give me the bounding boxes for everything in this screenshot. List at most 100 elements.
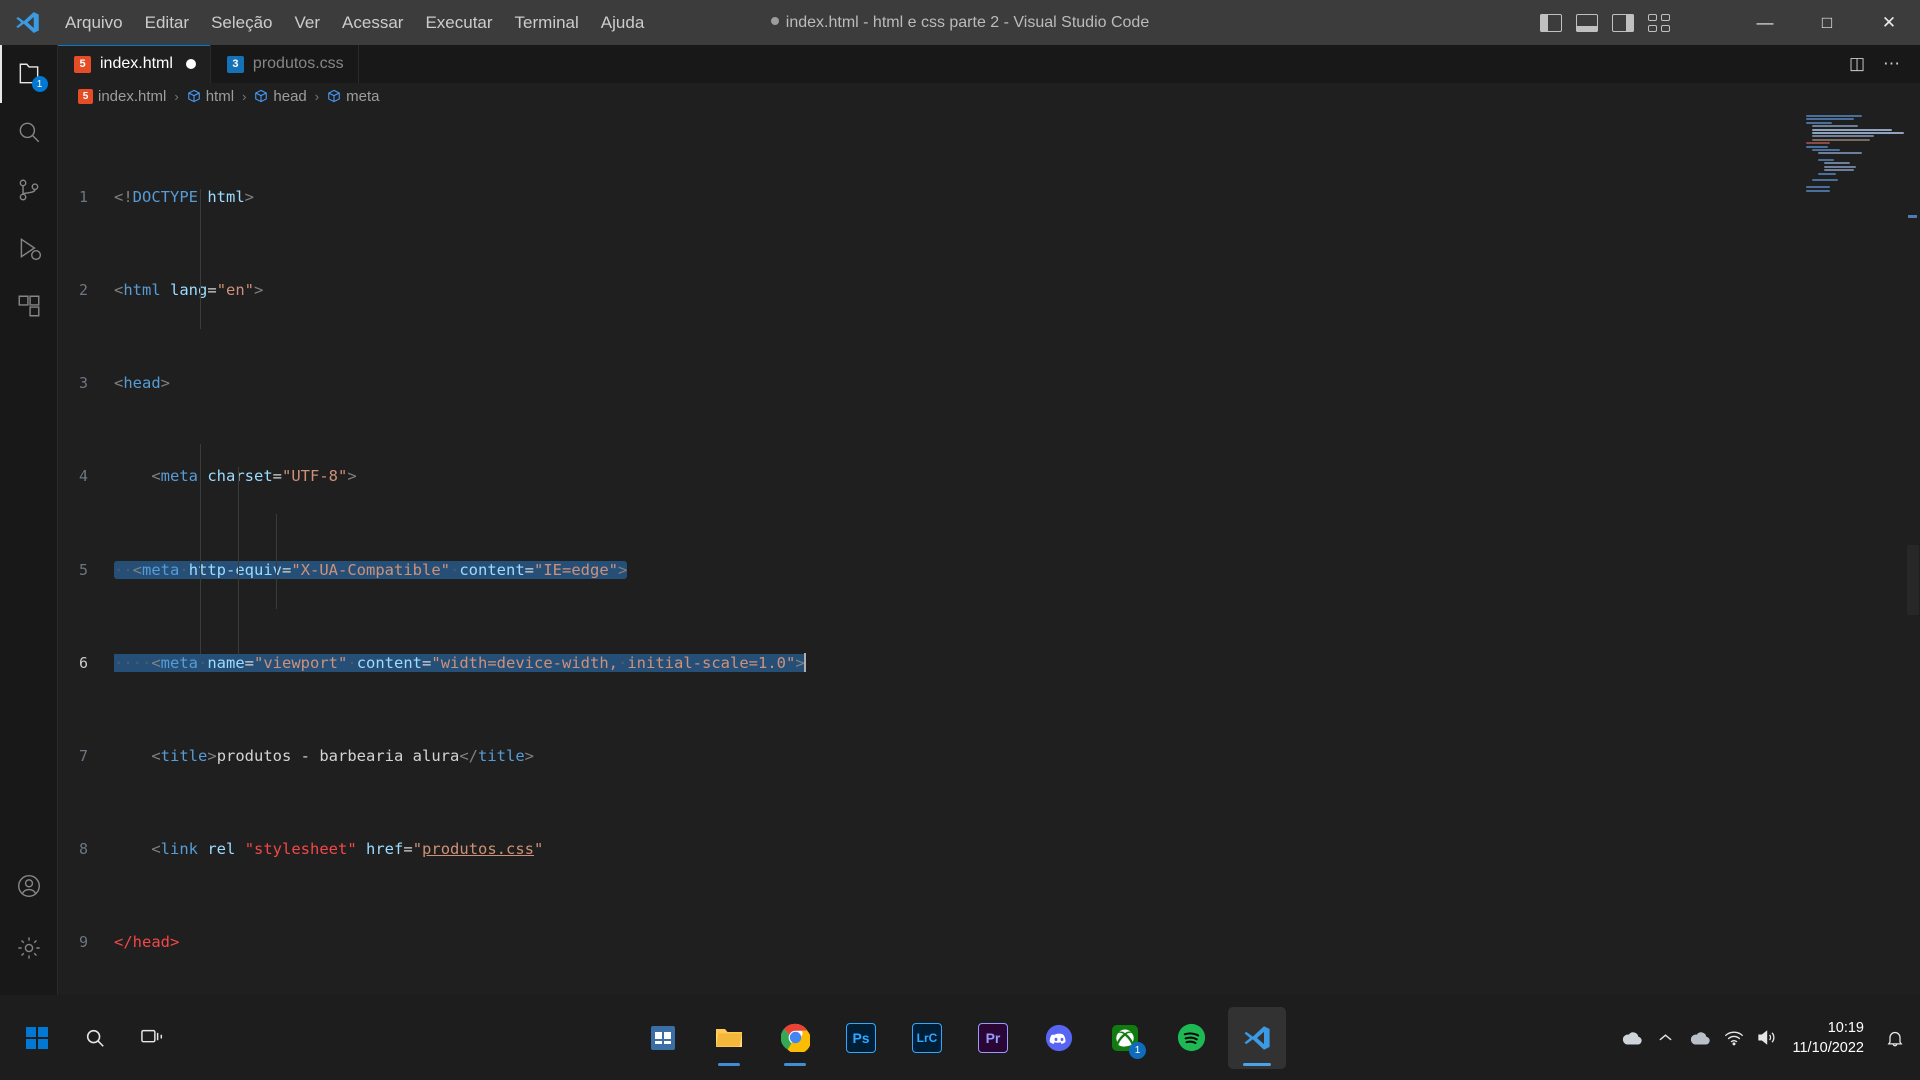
- code-line: 3 <head>: [58, 372, 1920, 395]
- discord-icon[interactable]: [1030, 1007, 1088, 1069]
- code-line: 8 <link rel "stylesheet" href="produtos.…: [58, 838, 1920, 861]
- menu-selecao[interactable]: Seleção: [200, 7, 283, 39]
- minimap-line: [1824, 165, 1856, 168]
- sidebar-item-explorer[interactable]: 1: [0, 45, 58, 103]
- breadcrumb-item-meta[interactable]: meta: [327, 88, 379, 105]
- photoshop-icon[interactable]: Ps: [832, 1007, 890, 1069]
- split-editor-icon[interactable]: ◫: [1849, 54, 1865, 74]
- lightroom-classic-icon[interactable]: LrC: [898, 1007, 956, 1069]
- line-text: <link rel "stylesheet" href="produtos.cs…: [151, 840, 544, 859]
- sidebar-item-search[interactable]: [0, 103, 58, 161]
- breadcrumb-item-file[interactable]: 5 index.html: [78, 88, 166, 105]
- editor-area: 5 index.html 3 produtos.css ◫ ⋯ 5 index.…: [58, 45, 1920, 995]
- sidebar-item-run-and-debug[interactable]: [0, 219, 58, 277]
- manage-settings-gear-icon[interactable]: [0, 919, 58, 977]
- menu-ajuda[interactable]: Ajuda: [590, 7, 655, 39]
- minimap-line: [1806, 118, 1854, 121]
- scrollbar-thumb[interactable]: [1907, 545, 1919, 615]
- minimize-button[interactable]: —: [1734, 0, 1796, 45]
- code-line: 7 <title>produtos - barbearia alura</tit…: [58, 745, 1920, 768]
- toggle-secondary-sidebar-icon[interactable]: [1612, 13, 1634, 32]
- network-wifi-icon[interactable]: [1719, 1018, 1749, 1058]
- window-controls: — □ ✕: [1734, 0, 1920, 45]
- vscode-window: Arquivo Editar Seleção Ver Acessar Execu…: [0, 0, 1920, 1080]
- tab-dirty-dot[interactable]: [185, 59, 196, 69]
- close-button[interactable]: ✕: [1858, 0, 1920, 45]
- line-text: <head>: [114, 374, 171, 393]
- minimap-line: [1818, 159, 1834, 162]
- indent-guide: [276, 514, 277, 609]
- taskbar-apps: Ps LrC Pr 1: [634, 1006, 1286, 1069]
- symbol-cube-icon: [328, 89, 340, 103]
- indent-guide: [238, 467, 239, 655]
- xbox-game-bar-icon[interactable]: 1: [1096, 1007, 1154, 1069]
- taskbar-clock[interactable]: 10:19 11/10/2022: [1787, 1018, 1877, 1058]
- weather-cloud-icon[interactable]: [1685, 1018, 1715, 1058]
- code-editor[interactable]: 1 <!DOCTYPE html> 2 <html lang="en"> 3 <hea…: [58, 109, 1920, 995]
- line-number: 6: [78, 653, 88, 672]
- breadcrumb-item-html[interactable]: html: [187, 88, 234, 105]
- breadcrumb-label: html: [205, 87, 235, 105]
- breadcrumb-label: head: [273, 87, 307, 105]
- premiere-pro-icon[interactable]: Pr: [964, 1007, 1022, 1069]
- visual-studio-code-icon[interactable]: [1228, 1006, 1286, 1069]
- tab-produtos-css[interactable]: 3 produtos.css: [210, 45, 359, 83]
- menu-acessar[interactable]: Acessar: [331, 7, 414, 39]
- file-explorer-icon[interactable]: [700, 1007, 758, 1069]
- sidebar-item-source-control[interactable]: [0, 161, 58, 219]
- breadcrumb-item-head[interactable]: head: [254, 87, 307, 105]
- spotify-icon[interactable]: [1162, 1007, 1220, 1069]
- minimap-line: [1818, 152, 1862, 155]
- selection-overview-mark: [1908, 215, 1917, 218]
- taskbar-search-icon[interactable]: [66, 1007, 124, 1069]
- menu-executar[interactable]: Executar: [414, 7, 503, 39]
- customize-layout-icon[interactable]: [1648, 13, 1670, 32]
- volume-icon[interactable]: [1753, 1018, 1783, 1058]
- minimap-line: [1812, 125, 1858, 128]
- system-tray: 10:19 11/10/2022: [1617, 995, 1920, 1080]
- minimap[interactable]: [1806, 115, 1906, 995]
- premiere-label: Pr: [978, 1022, 1008, 1053]
- code-content[interactable]: 1 <!DOCTYPE html> 2 <html lang="en"> 3 <hea…: [58, 109, 1920, 995]
- more-actions-icon[interactable]: ⋯: [1883, 54, 1900, 74]
- photoshop-label: Ps: [846, 1022, 876, 1053]
- menu-terminal[interactable]: Terminal: [504, 7, 590, 39]
- accounts-icon[interactable]: [0, 857, 58, 915]
- line-number: 4: [78, 467, 88, 486]
- line-number: 9: [78, 933, 88, 952]
- breadcrumb-separator: ›: [242, 88, 247, 104]
- microsoft-store-icon[interactable]: [634, 1007, 692, 1069]
- task-view-icon[interactable]: [124, 1007, 182, 1069]
- line-number: 8: [78, 840, 88, 859]
- menu-arquivo[interactable]: Arquivo: [54, 7, 134, 39]
- minimap-line: [1812, 128, 1892, 131]
- line-number: 5: [78, 560, 88, 579]
- toggle-panel-icon[interactable]: [1576, 13, 1598, 32]
- sidebar-item-extensions[interactable]: [0, 277, 58, 335]
- unsaved-indicator-dot: [770, 17, 779, 26]
- menu-editar[interactable]: Editar: [134, 7, 200, 39]
- toggle-primary-sidebar-icon[interactable]: [1540, 13, 1562, 32]
- show-hidden-icons-chevron-icon[interactable]: [1651, 1018, 1681, 1058]
- tab-index-html[interactable]: 5 index.html: [58, 45, 211, 83]
- line-text: ····<meta·name="viewport"·content="width…: [114, 652, 806, 672]
- minimap-line: [1812, 179, 1838, 182]
- menu-ver[interactable]: Ver: [284, 7, 332, 39]
- google-chrome-icon[interactable]: [766, 1007, 824, 1069]
- onedrive-cloud-icon[interactable]: [1617, 1018, 1647, 1058]
- minimap-line: [1806, 121, 1832, 124]
- minimap-line: [1806, 186, 1830, 189]
- windows-start-icon[interactable]: [8, 1007, 66, 1069]
- editor-actions: ◫ ⋯: [1849, 45, 1920, 83]
- indent-guide: [200, 189, 201, 329]
- clock-date: 11/10/2022: [1792, 1039, 1865, 1056]
- tab-label: index.html: [100, 55, 173, 72]
- window-title-text: index.html - html e css parte 2 - Visual…: [785, 13, 1150, 31]
- windows-taskbar: Ps LrC Pr 1 10:19 11/10/2022: [0, 995, 1920, 1080]
- line-text: <meta charset="UTF-8">: [151, 467, 357, 486]
- notification-bell-icon[interactable]: [1880, 1018, 1910, 1058]
- editor-scrollbar[interactable]: [1906, 115, 1920, 995]
- minimap-line: [1812, 148, 1840, 151]
- menu-bar: Arquivo Editar Seleção Ver Acessar Execu…: [54, 0, 655, 45]
- maximize-button[interactable]: □: [1796, 0, 1858, 45]
